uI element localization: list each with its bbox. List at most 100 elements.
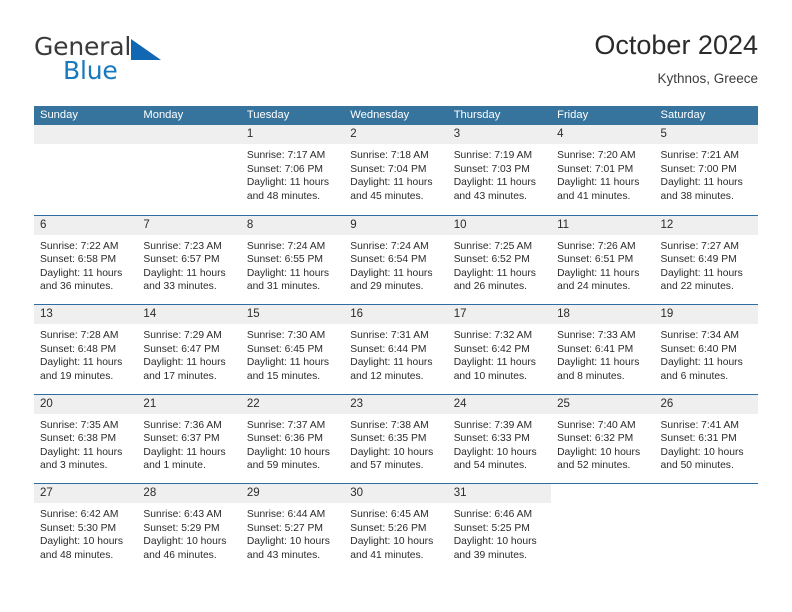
day-detail-lines: Sunrise: 7:19 AM Sunset: 7:03 PM Daylight:…: [448, 144, 551, 203]
day-number: 17: [453, 308, 467, 320]
calendar-day-cell[interactable]: 10 Sunrise: 7:25 AM Sunset: 6:52 PM Dayligh…: [447, 215, 552, 304]
calendar-day-cell[interactable]: 4 Sunrise: 7:20 AM Sunset: 7:01 PM Daylight…: [551, 125, 655, 215]
day-number: 3: [453, 128, 461, 140]
calendar-day-cell[interactable]: 1 Sunrise: 7:17 AM Sunset: 7:06 PM Daylight…: [240, 125, 345, 215]
sunset-text: Sunset: 7:06 PM: [246, 163, 323, 175]
day-number: 16: [350, 308, 364, 320]
calendar-day-cell[interactable]: 13 Sunrise: 7:28 AM Sunset: 6:48 PM Dayligh…: [34, 305, 138, 394]
daylight-text-cont: and 39 minutes.: [453, 549, 527, 561]
daylight-text: Daylight: 10 hours: [40, 536, 123, 548]
calendar-day-cell[interactable]: 21 Sunrise: 7:36 AM Sunset: 6:37 PM Dayligh…: [137, 394, 241, 483]
daylight-text: Daylight: 11 hours: [143, 446, 226, 458]
day-number-band: 4: [551, 125, 655, 144]
calendar-day-cell[interactable]: 16 Sunrise: 7:31 AM Sunset: 6:44 PM Dayligh…: [344, 305, 448, 394]
sunrise-text: Sunrise: 7:21 AM: [660, 150, 739, 161]
calendar-day-cell[interactable]: 7 Sunrise: 7:23 AM Sunset: 6:57 PM Daylight…: [137, 215, 241, 304]
calendar-day-cell[interactable]: 2 Sunrise: 7:18 AM Sunset: 7:04 PM Daylight…: [344, 125, 448, 215]
calendar-day-cell[interactable]: 27 Sunrise: 6:42 AM Sunset: 5:30 PM Dayligh…: [34, 484, 138, 573]
daylight-text-cont: and 59 minutes.: [246, 460, 321, 472]
daylight-text: Daylight: 10 hours: [350, 446, 434, 458]
calendar-day-cell[interactable]: 22 Sunrise: 7:37 AM Sunset: 6:36 PM Dayligh…: [240, 394, 345, 483]
day-number-band: 21: [137, 394, 241, 414]
day-number: 4: [557, 128, 564, 140]
sunrise-text: Sunrise: 6:42 AM: [40, 509, 119, 520]
daylight-text: Daylight: 11 hours: [660, 177, 743, 189]
sunrise-text: Sunrise: 7:41 AM: [660, 419, 739, 431]
day-number: 11: [557, 218, 570, 231]
calendar-day-cell[interactable]: 18 Sunrise: 7:33 AM Sunset: 6:41 PM Dayligh…: [551, 305, 655, 394]
day-number-band: 16: [344, 305, 448, 324]
general-blue-logo[interactable]: General Blue: [34, 32, 234, 88]
daylight-text-cont: and 41 minutes.: [350, 549, 424, 561]
calendar-day-cell[interactable]: 23 Sunrise: 7:38 AM Sunset: 6:35 PM Dayligh…: [344, 394, 448, 483]
calendar-day-cell[interactable]: 12 Sunrise: 7:27 AM Sunset: 6:49 PM Dayligh…: [654, 215, 758, 304]
daylight-text-cont: and 41 minutes.: [557, 190, 631, 202]
sunset-text: Sunset: 6:54 PM: [350, 254, 427, 266]
calendar-day-cell[interactable]: 29 Sunrise: 6:44 AM Sunset: 5:27 PM Dayligh…: [240, 484, 345, 573]
day-number-band: 29: [240, 484, 345, 503]
sunset-text: Sunset: 6:40 PM: [660, 343, 737, 355]
day-number: 10: [453, 218, 467, 231]
day-number: 8: [246, 218, 254, 231]
day-detail-lines: Sunrise: 6:42 AM Sunset: 5:30 PM Daylight:…: [34, 503, 137, 562]
sunset-text: Sunset: 6:51 PM: [557, 254, 634, 266]
sunrise-text: Sunrise: 7:24 AM: [246, 240, 326, 252]
sunset-text: Sunset: 6:48 PM: [40, 343, 117, 355]
sunrise-text: Sunrise: 7:26 AM: [557, 240, 636, 252]
sunrise-text: Sunrise: 7:27 AM: [660, 240, 739, 252]
calendar-day-cell[interactable]: 6 Sunrise: 7:22 AM Sunset: 6:58 PM Daylight…: [34, 215, 138, 304]
day-detail-lines: Sunrise: 7:24 AM Sunset: 6:54 PM Daylight:…: [344, 235, 447, 294]
daylight-text-cont: and 33 minutes.: [143, 281, 217, 293]
sunset-text: Sunset: 6:47 PM: [143, 343, 220, 355]
calendar-day-cell[interactable]: 19 Sunrise: 7:34 AM Sunset: 6:40 PM Dayligh…: [654, 305, 758, 394]
daylight-text-cont: and 17 minutes.: [143, 370, 217, 382]
day-detail-lines: [34, 144, 137, 149]
sunrise-text: Sunrise: 7:32 AM: [453, 330, 533, 341]
day-number-band: 26: [654, 394, 758, 414]
day-number-band: 7: [137, 215, 241, 235]
calendar-day-cell[interactable]: 24 Sunrise: 7:39 AM Sunset: 6:33 PM Dayligh…: [447, 394, 552, 483]
calendar-day-cell[interactable]: 11 Sunrise: 7:26 AM Sunset: 6:51 PM Dayligh…: [551, 215, 655, 304]
calendar-day-cell[interactable]: 15 Sunrise: 7:30 AM Sunset: 6:45 PM Dayligh…: [240, 305, 345, 394]
logo-text-blue: Blue: [63, 56, 118, 85]
sunset-text: Sunset: 6:35 PM: [350, 433, 427, 445]
day-number-band: 13: [34, 305, 138, 324]
daylight-text-cont: and 3 minutes.: [40, 460, 108, 472]
day-number: 14: [143, 308, 157, 320]
sunrise-text: Sunrise: 7:31 AM: [350, 330, 429, 341]
calendar-day-cell[interactable]: 28 Sunrise: 6:43 AM Sunset: 5:29 PM Dayligh…: [137, 484, 241, 573]
calendar-day-cell[interactable]: 31 Sunrise: 6:46 AM Sunset: 5:25 PM Dayligh…: [447, 484, 552, 573]
daylight-text: Daylight: 11 hours: [557, 357, 640, 369]
day-detail-lines: Sunrise: 7:33 AM Sunset: 6:41 PM Daylight:…: [551, 324, 654, 383]
sunset-text: Sunset: 6:37 PM: [143, 433, 220, 445]
day-number-band: [34, 125, 138, 144]
day-number-band: 18: [551, 305, 655, 324]
sunset-text: Sunset: 6:44 PM: [350, 343, 427, 355]
sunset-text: Sunset: 6:42 PM: [453, 343, 530, 355]
daylight-text-cont: and 50 minutes.: [660, 460, 734, 472]
calendar-day-cell[interactable]: 8 Sunrise: 7:24 AM Sunset: 6:55 PM Daylight…: [240, 215, 345, 304]
daylight-text: Daylight: 10 hours: [453, 446, 537, 458]
daylight-text-cont: and 31 minutes.: [246, 281, 321, 293]
calendar-day-cell[interactable]: 30 Sunrise: 6:45 AM Sunset: 5:26 PM Dayligh…: [344, 484, 448, 573]
daylight-text: Daylight: 11 hours: [246, 357, 330, 369]
daylight-text-cont: and 48 minutes.: [40, 549, 114, 561]
calendar-day-cell[interactable]: 9 Sunrise: 7:24 AM Sunset: 6:54 PM Daylight…: [344, 215, 448, 304]
sunset-text: Sunset: 6:57 PM: [143, 254, 220, 266]
day-number: 22: [246, 397, 260, 410]
calendar-day-cell[interactable]: 3 Sunrise: 7:19 AM Sunset: 7:03 PM Daylight…: [447, 125, 552, 215]
day-number: 5: [660, 128, 667, 140]
day-detail-lines: Sunrise: 7:23 AM Sunset: 6:57 PM Daylight:…: [137, 235, 240, 294]
calendar-day-cell[interactable]: 17 Sunrise: 7:32 AM Sunset: 6:42 PM Dayligh…: [447, 305, 552, 394]
calendar-day-cell[interactable]: 5 Sunrise: 7:21 AM Sunset: 7:00 PM Daylight…: [654, 125, 758, 215]
daylight-text-cont: and 12 minutes.: [350, 370, 424, 382]
daylight-text: Daylight: 11 hours: [40, 267, 123, 279]
weekday-header-saturday: Saturday: [660, 109, 706, 121]
calendar-day-cell[interactable]: 26 Sunrise: 7:41 AM Sunset: 6:31 PM Dayligh…: [654, 394, 758, 483]
sunrise-text: Sunrise: 7:28 AM: [40, 330, 119, 341]
calendar-day-cell[interactable]: 20 Sunrise: 7:35 AM Sunset: 6:38 PM Dayligh…: [34, 394, 138, 483]
daylight-text: Daylight: 11 hours: [40, 446, 123, 458]
calendar-day-cell[interactable]: 25 Sunrise: 7:40 AM Sunset: 6:32 PM Dayligh…: [551, 394, 655, 483]
calendar-day-cell[interactable]: 14 Sunrise: 7:29 AM Sunset: 6:47 PM Dayligh…: [137, 305, 241, 394]
daylight-text-cont: and 24 minutes.: [557, 281, 631, 293]
